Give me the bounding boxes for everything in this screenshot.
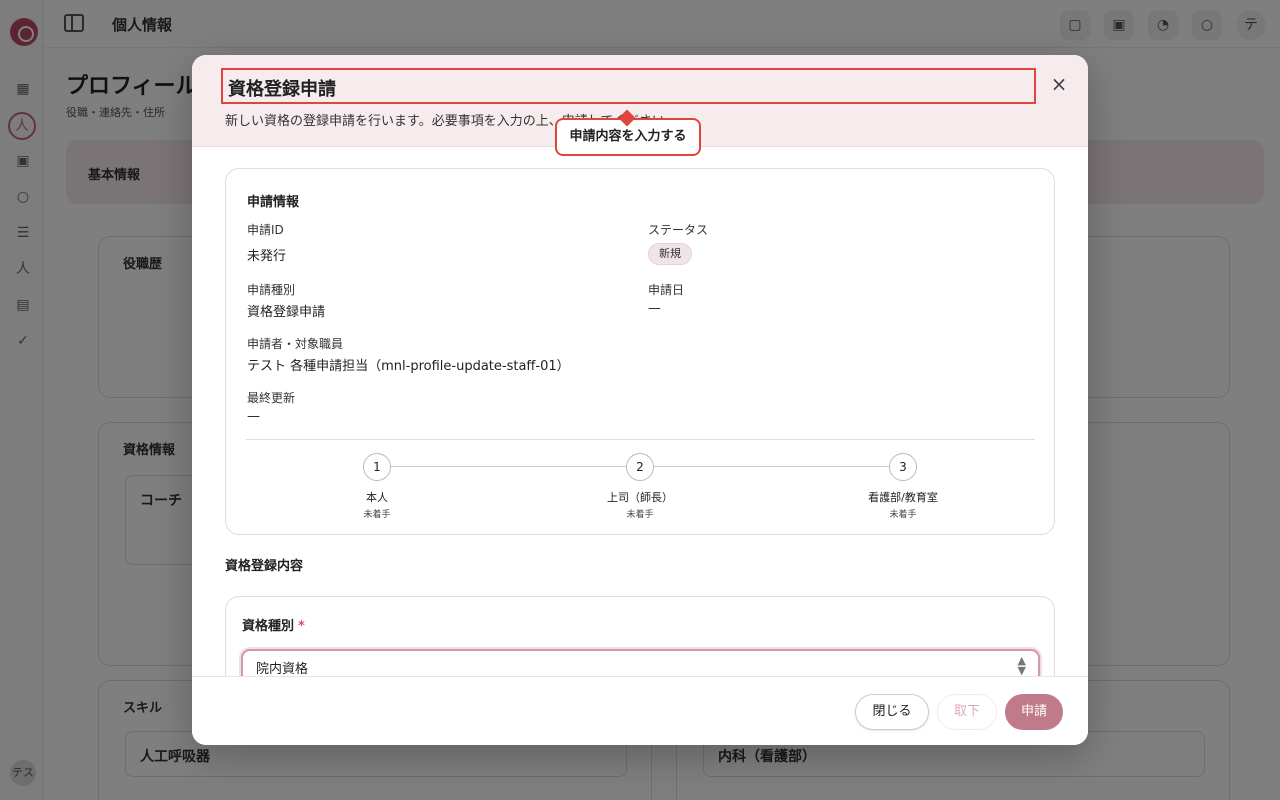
step-number: 1 [363, 453, 391, 481]
modal-title-highlight: 資格登録申請 [221, 68, 1036, 104]
approval-step-3: 3 看護部/教育室 未着手 [843, 453, 963, 520]
qualification-type-value: 院内資格 [256, 662, 309, 676]
application-info-card: 申請情報 申請ID 未発行 ステータス 新規 申請種別 資格登録申請 申請日 —… [225, 168, 1055, 535]
step-label: 看護部/教育室 [868, 491, 938, 504]
application-date-value: — [648, 301, 661, 316]
qualification-type-label-text: 資格種別 [242, 619, 295, 634]
qualification-form-card: 資格種別 * 院内資格 ▲ ▼ [225, 596, 1055, 676]
qualification-type-label: 資格種別 * [242, 615, 305, 634]
applicant-value: テスト 各種申請担当（mnl-profile-update-staff-01） [247, 359, 570, 374]
divider [246, 439, 1035, 440]
qualification-type-select[interactable]: 院内資格 ▲ ▼ [241, 649, 1040, 676]
modal-body[interactable]: 申請情報 申請ID 未発行 ステータス 新規 申請種別 資格登録申請 申請日 —… [192, 147, 1088, 676]
withdraw-button[interactable]: 取下 [937, 694, 997, 730]
status-label: ステータス [648, 223, 709, 237]
required-mark: * [298, 619, 305, 634]
step-status: 未着手 [626, 510, 654, 520]
applicant-label: 申請者・対象職員 [247, 337, 344, 351]
qualification-section-title: 資格登録内容 [225, 559, 304, 574]
step-label: 上司（師長） [607, 491, 673, 504]
application-type-label: 申請種別 [247, 283, 296, 297]
application-date-label: 申請日 [648, 283, 685, 297]
last-updated-label: 最終更新 [247, 391, 296, 405]
modal-title: 資格登録申請 [228, 79, 336, 100]
application-id-value: 未発行 [247, 249, 287, 264]
application-id-label: 申請ID [247, 223, 284, 237]
approval-step-1: 1 本人 未着手 [317, 453, 437, 520]
step-label: 本人 [366, 491, 388, 504]
qualification-application-dialog: 資格登録申請 × 新しい資格の登録申請を行います。必要事項を入力の上、申請してく… [192, 55, 1088, 745]
approval-step-2: 2 上司（師長） 未着手 [580, 453, 700, 520]
info-heading: 申請情報 [247, 195, 300, 210]
step-status: 未着手 [363, 510, 391, 520]
close-icon[interactable]: × [1048, 73, 1070, 95]
modal-footer: 閉じる 取下 申請 [192, 676, 1088, 745]
step-number: 3 [889, 453, 917, 481]
application-type-value: 資格登録申請 [247, 305, 326, 320]
last-updated-value: — [247, 409, 260, 424]
close-button[interactable]: 閉じる [855, 694, 929, 730]
step-number: 2 [626, 453, 654, 481]
status-badge: 新規 [648, 243, 692, 265]
modal-header: 資格登録申請 × 新しい資格の登録申請を行います。必要事項を入力の上、申請してく… [192, 55, 1088, 156]
step-status: 未着手 [889, 510, 917, 520]
submit-button[interactable]: 申請 [1005, 694, 1063, 730]
chevron-up-down-icon: ▲ ▼ [1017, 654, 1026, 676]
